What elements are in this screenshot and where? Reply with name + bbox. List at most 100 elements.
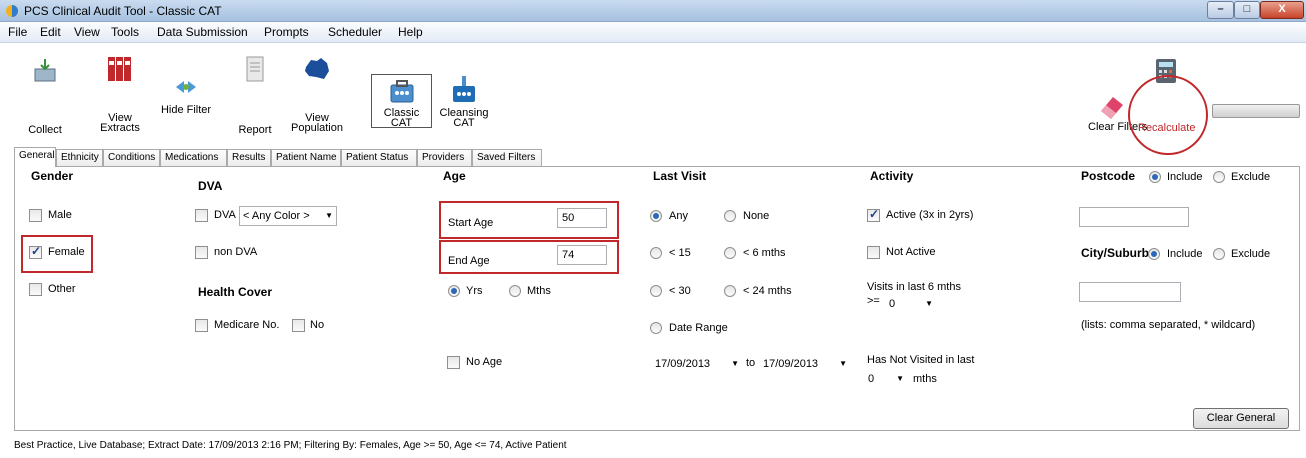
dva-checkbox[interactable] (195, 209, 208, 222)
collect-button[interactable]: Collect (20, 53, 70, 138)
window-title: PCS Clinical Audit Tool - Classic CAT (24, 4, 222, 18)
menu-prompts[interactable]: Prompts (264, 25, 309, 39)
tab-ethnicity[interactable]: Ethnicity (56, 149, 103, 166)
tab-results[interactable]: Results (227, 149, 271, 166)
visits-gte-label: >= (867, 295, 880, 307)
last-visit-any-label: Any (669, 210, 688, 222)
dva-color-select[interactable]: < Any Color > ▼ (239, 206, 337, 226)
last-visit-lt15-radio[interactable] (650, 247, 662, 259)
maximize-button[interactable]: □ (1234, 1, 1260, 19)
city-include-radio[interactable] (1148, 248, 1160, 260)
minimize-button[interactable]: – (1207, 1, 1234, 19)
last-visit-lt24m-radio[interactable] (724, 285, 736, 297)
cleansing-cat-button[interactable]: Cleansing CAT (437, 74, 491, 129)
close-button[interactable]: X (1260, 1, 1304, 19)
date-to-label: to (746, 357, 756, 369)
last-visit-lt6m-radio[interactable] (724, 247, 736, 259)
menu-scheduler[interactable]: Scheduler (328, 25, 382, 39)
progress-bar (1212, 104, 1300, 118)
last-visit-none-label: None (743, 210, 770, 222)
chevron-down-icon: ▼ (896, 374, 904, 383)
visits-select[interactable]: 0 ▼ (885, 294, 937, 314)
male-checkbox[interactable] (29, 209, 42, 222)
cleansing-cat-icon (453, 76, 475, 102)
date-from-value: 17/09/2013 (655, 358, 711, 370)
tab-patient-name[interactable]: Patient Name (271, 149, 341, 166)
hide-filter-icon (176, 81, 196, 93)
city-hint: (lists: comma separated, * wildcard) (1081, 319, 1256, 331)
medicare-label: Medicare No. (214, 319, 280, 331)
postcode-include-radio[interactable] (1149, 171, 1161, 183)
view-extracts-button[interactable]: View Extracts (95, 53, 145, 138)
female-label: Female (48, 246, 85, 258)
menu-view[interactable]: View (74, 25, 100, 39)
tab-medications[interactable]: Medications (160, 149, 227, 166)
app-logo-icon (6, 5, 18, 17)
postcode-exclude-label: Exclude (1231, 171, 1271, 183)
female-checkbox[interactable] (29, 244, 42, 259)
no-medicare-checkbox[interactable] (292, 319, 305, 332)
city-include-label: Include (1167, 248, 1203, 260)
age-mths-radio[interactable] (509, 285, 521, 297)
start-age-input[interactable]: 50 (557, 208, 607, 228)
classic-cat-icon (390, 80, 414, 103)
report-icon (246, 56, 264, 82)
general-panel: Gender Male Female Other DVA DVA < Any C… (14, 166, 1300, 431)
hide-filter-button[interactable]: Hide Filter (158, 53, 214, 138)
status-bar: Best Practice, Live Database; Extract Da… (14, 440, 567, 451)
postcode-exclude-radio[interactable] (1213, 171, 1225, 183)
active-label: Active (3x in 2yrs) (886, 209, 974, 221)
age-yrs-radio[interactable] (448, 285, 460, 297)
dva-color-value: < Any Color > (243, 210, 310, 222)
other-label: Other (48, 283, 76, 295)
city-exclude-radio[interactable] (1213, 248, 1225, 260)
active-checkbox[interactable] (867, 207, 880, 222)
date-to-value: 17/09/2013 (763, 358, 819, 370)
last-visit-any-radio[interactable] (650, 210, 662, 222)
no-age-checkbox[interactable] (447, 356, 460, 369)
classic-cat-button[interactable]: Classic CAT (371, 74, 432, 129)
date-from-picker[interactable]: 17/09/2013 ▼ (651, 354, 743, 374)
tab-saved-filters[interactable]: Saved Filters (472, 149, 542, 166)
report-button[interactable]: Report (232, 53, 278, 138)
visits-value: 0 (889, 298, 896, 310)
date-range-label: Date Range (669, 322, 728, 334)
menu-edit[interactable]: Edit (40, 25, 61, 39)
clear-general-button[interactable]: Clear General (1193, 408, 1289, 429)
tab-conditions[interactable]: Conditions (103, 149, 160, 166)
date-range-radio[interactable] (650, 322, 662, 334)
view-population-button[interactable]: View Population (290, 53, 344, 138)
other-checkbox[interactable] (29, 283, 42, 296)
not-visited-select[interactable]: 0 ▼ (864, 369, 908, 389)
not-active-checkbox[interactable] (867, 246, 880, 259)
collect-icon (34, 59, 56, 82)
menu-data-submission[interactable]: Data Submission (157, 25, 248, 39)
non-dva-checkbox[interactable] (195, 246, 208, 259)
recalculate-highlight (1128, 75, 1208, 155)
end-age-input[interactable]: 74 (557, 245, 607, 265)
activity-header: Activity (870, 169, 914, 183)
last-visit-lt24m-label: < 24 mths (743, 285, 792, 297)
visits-label: Visits in last 6 mths (867, 281, 961, 293)
minimize-icon: – (1217, 3, 1224, 15)
maximize-icon: □ (1243, 3, 1251, 15)
last-visit-lt30-radio[interactable] (650, 285, 662, 297)
clear-filters-button[interactable]: Clear Filters (1088, 73, 1147, 143)
date-to-picker[interactable]: 17/09/2013 ▼ (759, 354, 851, 374)
tab-general[interactable]: General (14, 147, 56, 167)
tab-providers[interactable]: Providers (417, 149, 472, 166)
collect-label: Collect (28, 124, 62, 136)
title-bar: PCS Clinical Audit Tool - Classic CAT – … (0, 0, 1306, 22)
menu-tools[interactable]: Tools (111, 25, 139, 39)
city-input[interactable] (1079, 282, 1181, 302)
postcode-input[interactable] (1079, 207, 1189, 227)
tab-patient-status[interactable]: Patient Status (341, 149, 417, 166)
menu-file[interactable]: File (8, 25, 27, 39)
menu-help[interactable]: Help (398, 25, 423, 39)
eraser-icon (1101, 97, 1123, 119)
app-window: PCS Clinical Audit Tool - Classic CAT – … (0, 0, 1306, 458)
medicare-checkbox[interactable] (195, 319, 208, 332)
start-age-label: Start Age (448, 217, 494, 229)
last-visit-none-radio[interactable] (724, 210, 736, 222)
non-dva-label: non DVA (214, 246, 258, 258)
